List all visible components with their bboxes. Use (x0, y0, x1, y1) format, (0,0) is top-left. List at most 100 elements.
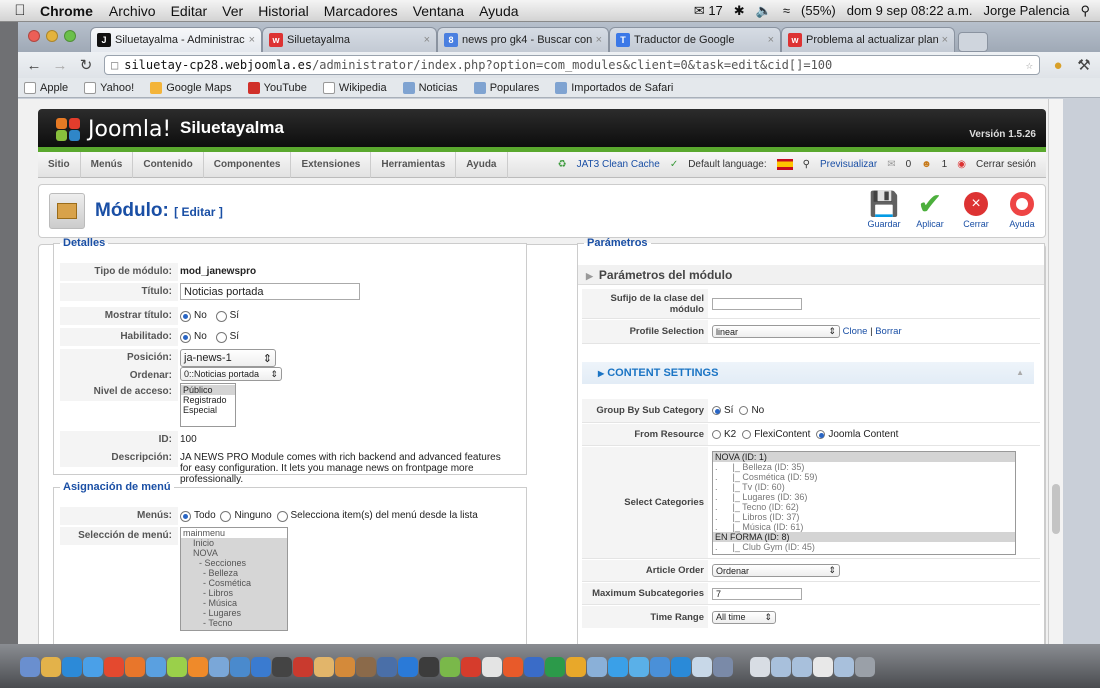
preview-link[interactable]: Previsualizar (820, 159, 877, 170)
tab-siluetayalma[interactable]: w Siluetayalma × (262, 27, 437, 52)
forward-arrow-icon[interactable]: → (52, 57, 68, 74)
titulo-input[interactable] (180, 283, 360, 300)
tab-google-translate[interactable]: T Traductor de Google × (609, 27, 781, 52)
menu-ayuda[interactable]: Ayuda (479, 3, 518, 19)
mostrar-no-radio[interactable]: No (180, 307, 207, 325)
menu-list-item[interactable]: - Tecno (181, 618, 287, 628)
app-icon[interactable] (503, 657, 523, 677)
group-si-radio[interactable]: Sí (712, 405, 733, 416)
habilitado-si-radio[interactable]: Sí (215, 328, 239, 346)
folder-icon[interactable] (792, 657, 812, 677)
save-button[interactable]: 💾 Guardar (861, 189, 907, 230)
wifi-icon[interactable]: ≈ (783, 3, 790, 18)
vlc-icon[interactable] (188, 657, 208, 677)
acceso-option[interactable]: Especial (181, 405, 235, 415)
app-icon[interactable] (566, 657, 586, 677)
app-icon[interactable] (230, 657, 250, 677)
categories-listbox[interactable]: NOVA (ID: 1) . |_ Belleza (ID: 35) . |_ … (712, 450, 1016, 555)
address-bar[interactable]: □ siluetay-cp28.webjoomla.es/administrat… (104, 55, 1040, 75)
menu-list-item[interactable]: mainmenu (181, 528, 287, 538)
category-option[interactable]: . |_ Tv (ID: 60) (713, 482, 1015, 492)
close-tab-icon[interactable]: × (424, 34, 430, 46)
menu-editar[interactable]: Editar (171, 3, 208, 19)
menu-contenido[interactable]: Contenido (133, 151, 204, 178)
category-option[interactable]: . |_ Libros (ID: 37) (713, 512, 1015, 522)
mostrar-si-radio[interactable]: Sí (215, 307, 239, 325)
help-button[interactable]: Ayuda (999, 189, 1045, 229)
app-icon[interactable] (272, 657, 292, 677)
page-scrollbar[interactable] (1048, 99, 1063, 644)
tab-siluetayalma-admin[interactable]: J Siluetayalma - Administraci × (90, 27, 262, 52)
acceso-listbox[interactable]: Público Registrado Especial (180, 383, 236, 427)
users-count[interactable]: 1 (942, 159, 948, 170)
app-icon[interactable] (377, 657, 397, 677)
bookmark-importados[interactable]: Importados de Safari (555, 81, 673, 94)
messages-count[interactable]: 0 (906, 159, 912, 170)
category-option[interactable]: . |_ Club Gym (ID: 45) (713, 542, 1015, 552)
app-icon[interactable] (692, 657, 712, 677)
menu-list-item[interactable]: - Libros (181, 588, 287, 598)
volume-icon[interactable]: 🔈 (756, 3, 772, 19)
menu-list-item[interactable]: - Belleza (181, 568, 287, 578)
article-order-select[interactable]: Ordenar ⇕ (712, 564, 840, 577)
collapse-arrow-icon[interactable]: ▲ (1016, 362, 1024, 384)
app-icon[interactable] (419, 657, 439, 677)
close-button[interactable]: × Cerrar (953, 189, 999, 229)
app-icon[interactable] (356, 657, 376, 677)
bookmark-wikipedia[interactable]: Wikipedia (322, 81, 387, 94)
selecciona-radio[interactable]: Selecciona item(s) del menú desde la lis… (276, 507, 478, 525)
app-icon[interactable] (209, 657, 229, 677)
todo-radio[interactable]: Todo (180, 507, 216, 525)
joomla-content-radio[interactable]: Joomla Content (816, 429, 898, 440)
bookmark-yahoo[interactable]: Yahoo! (84, 81, 134, 94)
app-icon[interactable] (335, 657, 355, 677)
acceso-option[interactable]: Público (181, 385, 235, 395)
time-range-select[interactable]: All time ⇕ (712, 610, 776, 624)
posicion-select[interactable]: ja-news-1 ⇕ (180, 349, 276, 367)
back-arrow-icon[interactable]: ← (26, 57, 42, 74)
close-tab-icon[interactable]: × (942, 34, 948, 46)
menu-componentes[interactable]: Componentes (204, 151, 292, 178)
app-menu[interactable]: Chrome (40, 3, 93, 19)
app-icon[interactable] (629, 657, 649, 677)
close-tab-icon[interactable]: × (596, 34, 602, 46)
close-window-button[interactable] (28, 30, 40, 42)
document-icon[interactable] (813, 657, 833, 677)
parametros-modulo-header[interactable]: ▶ Parámetros del módulo (578, 265, 1044, 285)
folder-icon[interactable] (771, 657, 791, 677)
dropbox-icon[interactable] (608, 657, 628, 677)
acceso-option[interactable]: Registrado (181, 395, 235, 405)
itunes-icon[interactable] (251, 657, 271, 677)
zoom-window-button[interactable] (64, 30, 76, 42)
bluetooth-icon[interactable]: ✱ (734, 3, 745, 19)
tab-google-search[interactable]: 8 news pro gk4 - Buscar con G × (437, 27, 609, 52)
close-tab-icon[interactable]: × (768, 34, 774, 46)
bookmark-google-maps[interactable]: Google Maps (150, 81, 232, 94)
app-icon[interactable] (713, 657, 733, 677)
max-subcat-input[interactable] (712, 587, 802, 600)
bookmark-youtube[interactable]: YouTube (247, 81, 307, 94)
app-icon[interactable] (587, 657, 607, 677)
apply-button[interactable]: ✔ Aplicar (907, 188, 953, 230)
minimize-window-button[interactable] (46, 30, 58, 42)
menu-list-item[interactable]: NOVA (181, 548, 287, 558)
profile-select[interactable]: linear ⇕ (712, 325, 840, 338)
bookmark-noticias[interactable]: Noticias (402, 81, 458, 94)
app-icon[interactable] (146, 657, 166, 677)
mail-status-icon[interactable]: ✉ 17 (694, 3, 723, 19)
safari-icon[interactable] (83, 657, 103, 677)
tab-problema[interactable]: w Problema al actualizar planti × (781, 27, 955, 52)
app-icon[interactable] (167, 657, 187, 677)
app-icon[interactable] (398, 657, 418, 677)
clean-cache-link[interactable]: JAT3 Clean Cache (577, 159, 660, 170)
app-icon[interactable] (41, 657, 61, 677)
menu-archivo[interactable]: Archivo (109, 3, 156, 19)
app-icon[interactable] (650, 657, 670, 677)
category-option[interactable]: . |_ Tecno (ID: 62) (713, 502, 1015, 512)
close-tab-icon[interactable]: × (249, 34, 255, 46)
trash-icon[interactable] (855, 657, 875, 677)
app-icon[interactable] (293, 657, 313, 677)
category-option[interactable]: NOVA (ID: 1) (713, 451, 1015, 462)
apple-menu-icon[interactable]:  (0, 2, 40, 19)
menu-marcadores[interactable]: Marcadores (324, 3, 398, 19)
